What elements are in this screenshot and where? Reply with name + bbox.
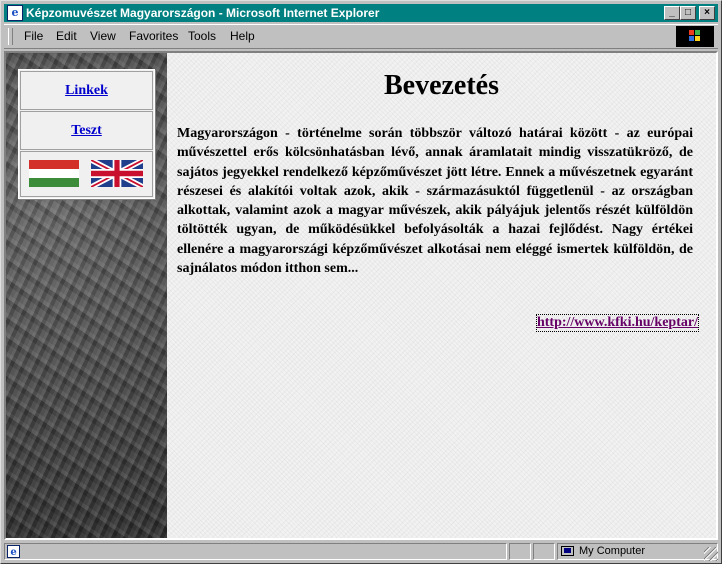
nav-cell-teszt: Teszt (20, 111, 153, 150)
windows-flag-icon (689, 30, 701, 42)
menu-tools[interactable]: Tools (188, 29, 216, 43)
nav-table: Linkek Teszt (18, 69, 155, 199)
title-bar[interactable]: e Képzomuvészet Magyarországon - Microso… (4, 4, 718, 22)
hungary-flag-icon[interactable] (29, 160, 79, 187)
windows-logo-throbber (676, 26, 714, 47)
resize-grip[interactable] (704, 547, 718, 561)
menu-favorites[interactable]: Favorites (129, 29, 178, 43)
menu-edit[interactable]: Edit (56, 29, 77, 43)
security-zone-pane: My Computer (557, 543, 718, 560)
security-zone-label: My Computer (579, 545, 646, 557)
menu-bar: File Edit View Favorites Tools Help (4, 24, 718, 49)
page-viewport: Linkek Teszt Bevezetés Magyarországon - … (4, 51, 718, 540)
language-flags (20, 151, 153, 197)
status-pane-blank (533, 543, 555, 560)
kfki-keptar-link[interactable]: http://www.kfki.hu/keptar/ (535, 314, 700, 332)
uk-flag-icon[interactable] (91, 160, 143, 187)
minimize-button[interactable]: _ (664, 6, 680, 20)
toolbar-grip[interactable] (8, 28, 13, 45)
ie-icon: e (7, 5, 23, 21)
nav-cell-linkek: Linkek (20, 71, 153, 110)
close-button[interactable]: × (699, 6, 715, 20)
window-title: Képzomuvészet Magyarországon - Microsoft… (26, 6, 380, 20)
linkek-link[interactable]: Linkek (65, 83, 108, 98)
teszt-link[interactable]: Teszt (71, 123, 102, 138)
page-loaded-icon: e (7, 545, 20, 558)
intro-paragraph: Magyarországon - történelme során többsz… (177, 126, 693, 277)
menu-view[interactable]: View (90, 29, 116, 43)
menu-file[interactable]: File (24, 29, 43, 43)
my-computer-icon (561, 546, 574, 556)
main-content: Bevezetés Magyarországon - történelme so… (167, 53, 716, 538)
browser-window: e Képzomuvészet Magyarországon - Microso… (0, 0, 722, 564)
status-message-pane: e (4, 543, 507, 560)
status-bar: e My Computer (4, 542, 718, 561)
menu-help[interactable]: Help (230, 29, 255, 43)
maximize-button[interactable]: □ (680, 6, 696, 20)
sidebar: Linkek Teszt (6, 53, 167, 538)
page-title: Bevezetés (383, 70, 500, 101)
status-pane-blank (509, 543, 531, 560)
